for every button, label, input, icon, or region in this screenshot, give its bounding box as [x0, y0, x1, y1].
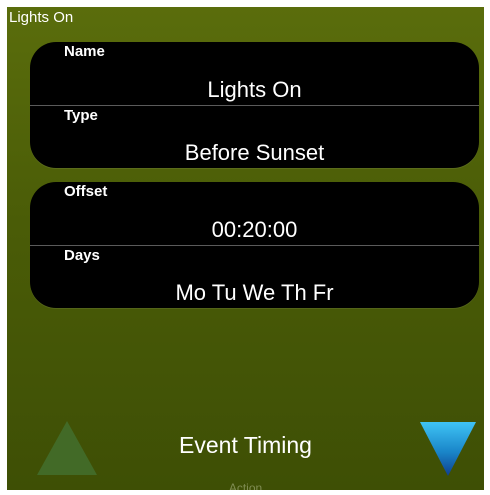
- app-screen: Lights On Name Lights On Type Before Sun…: [7, 7, 484, 490]
- type-value[interactable]: Before Sunset: [30, 141, 479, 165]
- footer-title: Event Timing: [179, 432, 312, 458]
- name-label: Name: [64, 43, 105, 60]
- offset-label: Offset: [64, 183, 108, 200]
- days-label: Days: [64, 247, 100, 264]
- panel-divider: [30, 245, 479, 246]
- type-label: Type: [64, 107, 98, 124]
- footer-subtitle: Action: [228, 481, 263, 490]
- panel-divider: [30, 105, 479, 106]
- name-value[interactable]: Lights On: [30, 78, 479, 102]
- triangle-down-svg: [420, 422, 476, 476]
- triangle-down-icon[interactable]: [418, 420, 478, 478]
- days-value[interactable]: Mo Tu We Th Fr: [30, 281, 479, 305]
- event-offset-days-panel: Offset 00:20:00 Days Mo Tu We Th Fr: [30, 182, 479, 308]
- offset-value[interactable]: 00:20:00: [30, 218, 479, 242]
- window-title: Lights On: [9, 9, 74, 26]
- event-name-type-panel: Name Lights On Type Before Sunset: [30, 42, 479, 168]
